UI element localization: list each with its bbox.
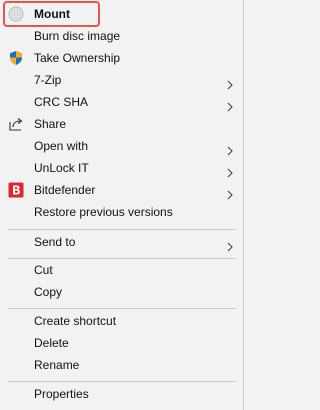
chevron-right-icon [225, 185, 235, 200]
menu-item-open-with[interactable]: Open with [0, 135, 243, 157]
menu-item-label: Delete [34, 336, 69, 350]
menu-item-label: Create shortcut [34, 314, 117, 328]
menu-item-label: UnLock IT [34, 161, 89, 175]
menu-item-share[interactable]: Share [0, 113, 243, 135]
menu-item-label: Copy [34, 285, 63, 299]
menu-item-take-ownership[interactable]: Take Ownership [0, 47, 243, 69]
menu-item-restore-previous-versions[interactable]: Restore previous versions [0, 201, 243, 223]
menu-item-unlock-it[interactable]: UnLock IT [0, 157, 243, 179]
menu-item-label: Bitdefender [34, 183, 96, 197]
menu-item-label: Open with [34, 139, 89, 153]
menu-item-label: 7-Zip [34, 73, 62, 87]
menu-separator [8, 381, 236, 382]
menu-item-burn-disc-image[interactable]: Burn disc image [0, 25, 243, 47]
menu-item-bitdefender[interactable]: Bitdefender [0, 179, 243, 201]
share-icon [8, 116, 24, 132]
menu-item-label: Cut [34, 263, 53, 277]
menu-item-label: CRC SHA [34, 95, 89, 109]
menu-item-properties[interactable]: Properties [0, 383, 243, 405]
shield-icon [8, 50, 24, 66]
menu-item-mount[interactable]: Mount [0, 3, 243, 25]
chevron-right-icon [225, 237, 235, 252]
menu-item-rename[interactable]: Rename [0, 354, 243, 376]
disc-icon [8, 6, 24, 22]
chevron-right-icon [225, 97, 235, 112]
chevron-right-icon [225, 75, 235, 90]
context-menu: Mount Burn disc image Take Ownership 7-Z… [0, 0, 244, 410]
menu-item-label: Send to [34, 235, 76, 249]
bitdefender-icon [8, 182, 24, 198]
menu-item-label: Burn disc image [34, 29, 121, 43]
menu-item-label: Properties [34, 387, 89, 401]
menu-item-label: Mount [34, 7, 70, 21]
chevron-right-icon [225, 163, 235, 178]
menu-item-delete[interactable]: Delete [0, 332, 243, 354]
menu-separator [8, 229, 236, 230]
menu-separator [8, 308, 236, 309]
menu-item-create-shortcut[interactable]: Create shortcut [0, 310, 243, 332]
menu-item-label: Take Ownership [34, 51, 121, 65]
menu-item-label: Share [34, 117, 67, 131]
chevron-right-icon [225, 141, 235, 156]
menu-item-send-to[interactable]: Send to [0, 231, 243, 253]
menu-item-crc-sha[interactable]: CRC SHA [0, 91, 243, 113]
menu-item-label: Rename [34, 358, 80, 372]
menu-item-copy[interactable]: Copy [0, 281, 243, 303]
menu-item-7-zip[interactable]: 7-Zip [0, 69, 243, 91]
menu-item-cut[interactable]: Cut [0, 259, 243, 281]
menu-item-label: Restore previous versions [34, 205, 173, 219]
